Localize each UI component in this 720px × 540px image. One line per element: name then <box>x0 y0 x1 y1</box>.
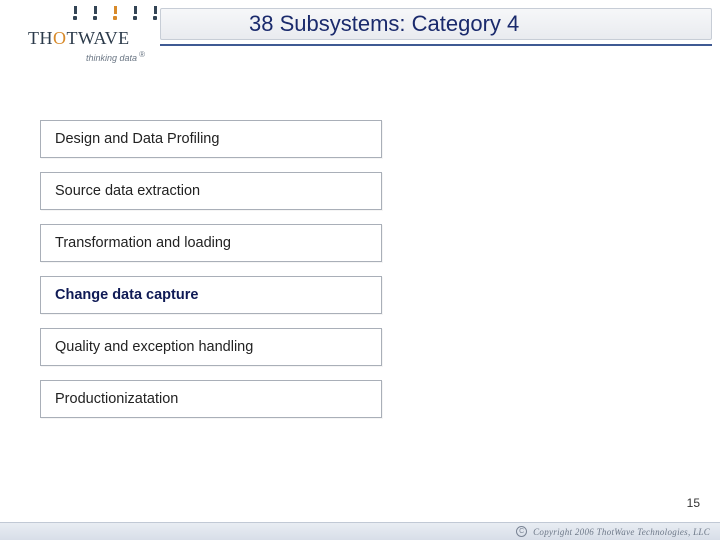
slide-title: 38 Subsystems: Category 4 <box>249 11 519 37</box>
list-item: Quality and exception handling <box>40 328 382 366</box>
footer: C Copyright 2006 ThotWave Technologies, … <box>0 522 720 540</box>
header-divider <box>160 44 712 46</box>
logo-tagline: thinking data® <box>86 50 145 63</box>
list-item-active: Change data capture <box>40 276 382 314</box>
slide-header: 38 Subsystems: Category 4 THOTWAVE think… <box>0 0 720 70</box>
category-list: Design and Data Profiling Source data ex… <box>40 120 382 432</box>
logo-text-pre: TH <box>28 28 53 48</box>
logo-wordmark: THOTWAVE <box>28 28 130 49</box>
logo-text-post: TWAVE <box>67 28 130 48</box>
list-item-label: Productionizatation <box>55 391 178 407</box>
list-item: Source data extraction <box>40 172 382 210</box>
list-item-label: Source data extraction <box>55 183 200 199</box>
list-item: Design and Data Profiling <box>40 120 382 158</box>
logo-marks-icon <box>68 6 162 20</box>
footer-text: Copyright 2006 ThotWave Technologies, LL… <box>533 527 710 537</box>
list-item-label: Design and Data Profiling <box>55 131 219 147</box>
page-number: 15 <box>687 496 700 510</box>
logo-text-o: O <box>53 28 67 48</box>
copyright-icon: C <box>516 526 527 537</box>
slide: 38 Subsystems: Category 4 THOTWAVE think… <box>0 0 720 540</box>
list-item: Productionizatation <box>40 380 382 418</box>
list-item-label: Change data capture <box>55 287 198 303</box>
list-item: Transformation and loading <box>40 224 382 262</box>
brand-logo: THOTWAVE thinking data® <box>28 6 178 68</box>
title-bar: 38 Subsystems: Category 4 <box>160 8 712 40</box>
list-item-label: Quality and exception handling <box>55 339 253 355</box>
registered-icon: ® <box>139 50 145 59</box>
list-item-label: Transformation and loading <box>55 235 231 251</box>
